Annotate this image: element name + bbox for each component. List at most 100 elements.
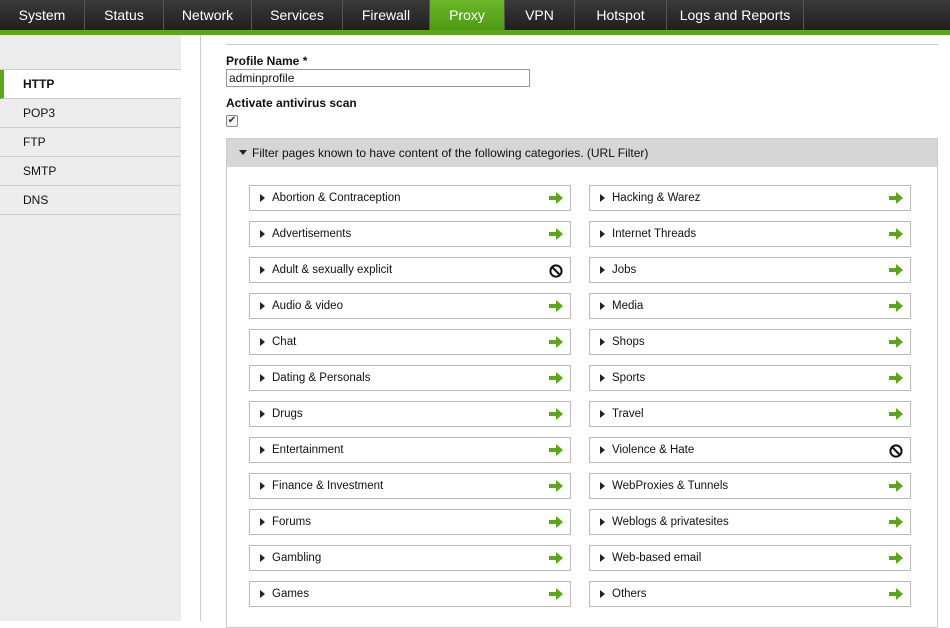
category-row[interactable]: Audio & video <box>249 293 571 319</box>
allow-arrow-icon[interactable] <box>548 299 564 313</box>
allow-arrow-icon[interactable] <box>548 479 564 493</box>
vertical-divider <box>200 35 201 621</box>
category-name: Hacking & Warez <box>612 192 701 204</box>
allow-arrow-icon[interactable] <box>888 551 904 565</box>
expand-arrow-icon <box>260 266 265 274</box>
allow-arrow-icon[interactable] <box>548 587 564 601</box>
allow-arrow-icon[interactable] <box>888 587 904 601</box>
category-row[interactable]: Media <box>589 293 911 319</box>
allow-arrow-icon[interactable] <box>548 515 564 529</box>
category-row[interactable]: Advertisements <box>249 221 571 247</box>
category-name: Shops <box>612 336 645 348</box>
allow-arrow-icon[interactable] <box>888 371 904 385</box>
nav-tab-vpn[interactable]: VPN <box>505 0 575 30</box>
category-name: Web-based email <box>612 552 702 564</box>
category-row[interactable]: WebProxies & Tunnels <box>589 473 911 499</box>
category-row[interactable]: Adult & sexually explicit <box>249 257 571 283</box>
allow-arrow-icon[interactable] <box>888 515 904 529</box>
category-name: Media <box>612 300 644 312</box>
expand-arrow-icon <box>600 554 605 562</box>
nav-tab-network[interactable]: Network <box>164 0 252 30</box>
expand-arrow-icon <box>260 446 265 454</box>
expand-arrow-icon <box>260 302 265 310</box>
expand-arrow-icon <box>260 554 265 562</box>
category-name: Finance & Investment <box>272 480 384 492</box>
allow-arrow-icon[interactable] <box>888 299 904 313</box>
category-row[interactable]: Finance & Investment <box>249 473 571 499</box>
expand-arrow-icon <box>260 590 265 598</box>
category-row[interactable]: Dating & Personals <box>249 365 571 391</box>
category-name: Internet Threads <box>612 228 697 240</box>
allow-arrow-icon[interactable] <box>548 551 564 565</box>
allow-arrow-icon[interactable] <box>548 443 564 457</box>
expand-arrow-icon <box>600 410 605 418</box>
category-name: Games <box>272 588 310 600</box>
allow-arrow-icon[interactable] <box>548 407 564 421</box>
expand-arrow-icon <box>260 338 265 346</box>
url-filter-panel: Filter pages known to have content of th… <box>226 138 938 628</box>
block-icon[interactable] <box>549 264 565 278</box>
category-row[interactable]: Jobs <box>589 257 911 283</box>
allow-arrow-icon[interactable] <box>888 227 904 241</box>
sidebar-item-ftp[interactable]: FTP <box>0 128 181 157</box>
category-row[interactable]: Web-based email <box>589 545 911 571</box>
category-name: Sports <box>612 372 646 384</box>
category-name: Advertisements <box>272 228 352 240</box>
category-row[interactable]: Shops <box>589 329 911 355</box>
category-name: WebProxies & Tunnels <box>612 480 729 492</box>
category-row[interactable]: Games <box>249 581 571 607</box>
category-row[interactable]: Entertainment <box>249 437 571 463</box>
nav-tab-services[interactable]: Services <box>252 0 343 30</box>
category-name: Dating & Personals <box>272 372 371 384</box>
category-name: Drugs <box>272 408 303 420</box>
allow-arrow-icon[interactable] <box>888 335 904 349</box>
sidebar-item-http[interactable]: HTTP <box>0 70 181 99</box>
expand-arrow-icon <box>600 266 605 274</box>
expand-arrow-icon <box>260 374 265 382</box>
sidebar: HTTP POP3 FTP SMTP DNS <box>0 35 181 621</box>
category-name: Weblogs & privatesites <box>612 516 729 528</box>
allow-arrow-icon[interactable] <box>548 227 564 241</box>
sidebar-item-pop3[interactable]: POP3 <box>0 99 181 128</box>
allow-arrow-icon[interactable] <box>888 479 904 493</box>
allow-arrow-icon[interactable] <box>548 335 564 349</box>
category-row[interactable]: Weblogs & privatesites <box>589 509 911 535</box>
category-name: Travel <box>612 408 644 420</box>
block-icon[interactable] <box>889 444 905 458</box>
allow-arrow-icon[interactable] <box>888 263 904 277</box>
category-row[interactable]: Abortion & Contraception <box>249 185 571 211</box>
caret-down-icon <box>239 150 247 156</box>
allow-arrow-icon[interactable] <box>548 191 564 205</box>
nav-tab-proxy[interactable]: Proxy <box>430 0 505 30</box>
nav-tab-system[interactable]: System <box>0 0 85 30</box>
nav-tab-hotspot[interactable]: Hotspot <box>575 0 667 30</box>
category-row[interactable]: Violence & Hate <box>589 437 911 463</box>
nav-tab-firewall[interactable]: Firewall <box>343 0 430 30</box>
category-row[interactable]: Gambling <box>249 545 571 571</box>
category-row[interactable]: Forums <box>249 509 571 535</box>
allow-arrow-icon[interactable] <box>548 371 564 385</box>
category-row[interactable]: Drugs <box>249 401 571 427</box>
sidebar-item-smtp[interactable]: SMTP <box>0 157 181 186</box>
category-row[interactable]: Internet Threads <box>589 221 911 247</box>
nav-tab-status[interactable]: Status <box>85 0 164 30</box>
category-row[interactable]: Hacking & Warez <box>589 185 911 211</box>
profile-name-input[interactable] <box>226 69 530 87</box>
expand-arrow-icon <box>600 518 605 526</box>
category-row[interactable]: Others <box>589 581 911 607</box>
url-filter-header[interactable]: Filter pages known to have content of th… <box>227 139 937 167</box>
category-row[interactable]: Sports <box>589 365 911 391</box>
profile-name-label: Profile Name * <box>226 54 308 68</box>
nav-tab-logs-and-reports[interactable]: Logs and Reports <box>667 0 804 30</box>
expand-arrow-icon <box>600 230 605 238</box>
expand-arrow-icon <box>260 230 265 238</box>
expand-arrow-icon <box>600 302 605 310</box>
antivirus-checkbox[interactable]: ✔ <box>226 115 238 127</box>
sidebar-item-dns[interactable]: DNS <box>0 186 181 215</box>
category-row[interactable]: Travel <box>589 401 911 427</box>
main-content: Profile Name * Activate antivirus scan ✔… <box>226 35 938 628</box>
category-name: Audio & video <box>272 300 343 312</box>
allow-arrow-icon[interactable] <box>888 191 904 205</box>
allow-arrow-icon[interactable] <box>888 407 904 421</box>
category-row[interactable]: Chat <box>249 329 571 355</box>
